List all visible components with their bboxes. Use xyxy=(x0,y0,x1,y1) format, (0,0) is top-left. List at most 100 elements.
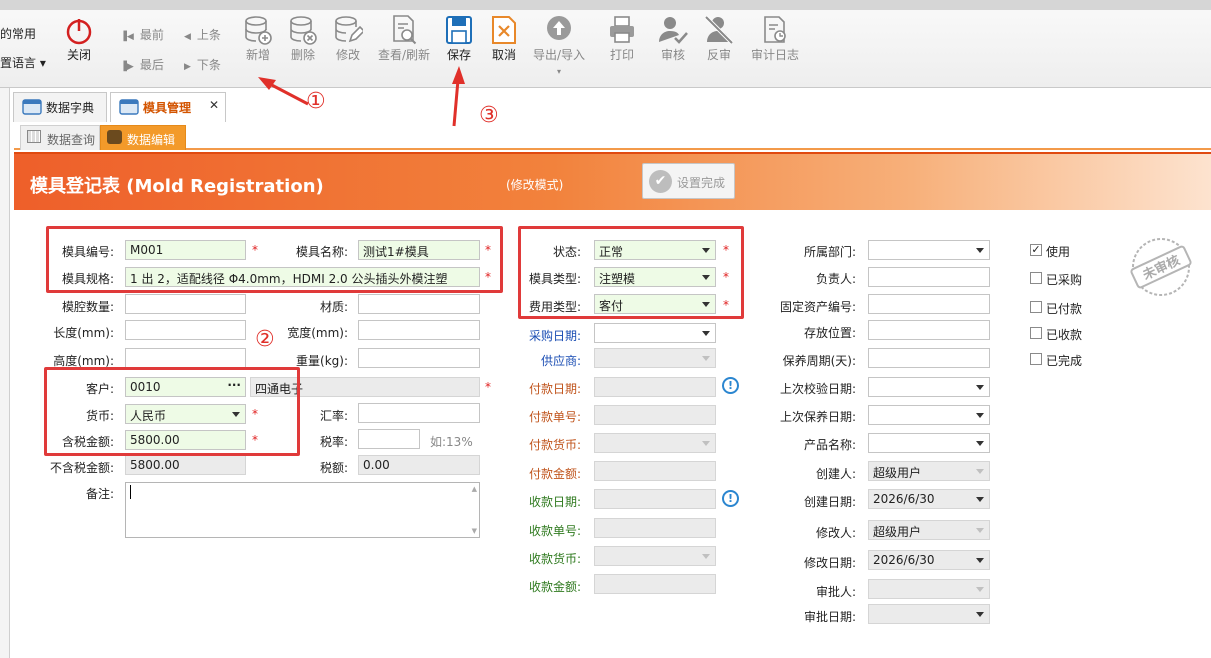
language-label: 置语言 xyxy=(0,56,37,70)
add-button[interactable]: 新增 xyxy=(241,14,275,63)
purchased-checkbox[interactable]: 已采购 xyxy=(1030,271,1082,288)
completed-checkbox[interactable]: 已完成 xyxy=(1030,352,1082,369)
location-input[interactable] xyxy=(868,320,990,340)
last-icon: ▐▶ xyxy=(120,62,134,72)
received-checkbox[interactable]: 已收款 xyxy=(1030,326,1082,343)
scroll-down-icon[interactable]: ▼ xyxy=(472,527,477,535)
remark-textarea[interactable]: ▲ ▼ xyxy=(125,482,480,538)
save-button[interactable]: 保存 xyxy=(442,14,476,63)
grid-icon xyxy=(27,130,41,143)
width-input[interactable] xyxy=(358,320,480,340)
ribbon-language-menu[interactable]: 置语言 ▾ xyxy=(0,54,46,71)
nav-prev-button[interactable]: ◀ 上条 xyxy=(184,26,221,43)
last-maint-picker[interactable] xyxy=(868,405,990,425)
ribbon-group-common[interactable]: 的常用 xyxy=(0,25,36,42)
exchange-input[interactable] xyxy=(358,403,480,423)
recv-date-label: 收款日期: xyxy=(528,495,581,509)
audit-button[interactable]: 审核 xyxy=(656,14,690,63)
chevron-down-icon xyxy=(976,612,984,617)
owner-input[interactable] xyxy=(868,267,990,287)
last-calib-label: 上次校验日期: xyxy=(779,382,856,396)
weight-input[interactable] xyxy=(358,348,480,368)
tab-close-icon[interactable]: ✕ xyxy=(209,98,219,112)
amount-notax-label: 不含税金额: xyxy=(49,461,114,475)
edit-mode-label: (修改模式) xyxy=(506,178,564,192)
unaudit-label: 反审 xyxy=(706,48,731,62)
remark-label: 备注: xyxy=(85,487,114,501)
set-complete-label: 设置完成 xyxy=(677,176,726,190)
use-checkbox[interactable]: ✓ 使用 xyxy=(1030,243,1070,260)
info-icon[interactable]: ! xyxy=(722,377,739,394)
product-select[interactable] xyxy=(868,433,990,453)
asset-no-input[interactable] xyxy=(868,294,990,314)
approver-label: 审批人: xyxy=(815,585,856,599)
print-button[interactable]: 打印 xyxy=(605,14,639,63)
query-refresh-button[interactable]: 查看/刷新 xyxy=(374,14,434,63)
product-label: 产品名称: xyxy=(803,438,856,452)
nav-prev-label: 上条 xyxy=(196,28,221,42)
cavity-input[interactable] xyxy=(125,294,246,314)
paid-checkbox[interactable]: 已付款 xyxy=(1030,300,1082,317)
delete-button[interactable]: 删除 xyxy=(286,14,320,63)
database-delete-icon xyxy=(290,16,317,45)
set-complete-button[interactable]: ✔ 设置完成 xyxy=(642,163,735,199)
use-checkbox-label: 使用 xyxy=(1046,245,1071,259)
approve-date-label: 审批日期: xyxy=(803,610,856,624)
dept-label: 所属部门: xyxy=(803,245,856,259)
purchase-date-picker[interactable] xyxy=(594,323,716,343)
height-input[interactable] xyxy=(125,348,246,368)
maint-cycle-input[interactable] xyxy=(868,348,990,368)
last-maint-label: 上次保养日期: xyxy=(779,410,856,424)
ribbon-top-strip xyxy=(0,0,1211,10)
create-date-value: 2026/6/30 xyxy=(873,492,935,506)
creator-label: 创建人: xyxy=(815,467,856,481)
modify-date-label: 修改日期: xyxy=(803,556,856,570)
chevron-down-icon xyxy=(976,248,984,253)
checkmark-icon: ✔ xyxy=(649,170,672,193)
required-marker: * xyxy=(485,380,491,394)
window-icon xyxy=(119,99,139,115)
chevron-down-icon xyxy=(976,558,984,563)
prev-icon: ◀ xyxy=(184,32,191,42)
approve-date-picker xyxy=(868,604,990,624)
nav-first-button[interactable]: ▐◀ 最前 xyxy=(120,26,164,43)
cavity-label: 模腔数量: xyxy=(61,300,114,314)
document-search-icon xyxy=(393,15,417,45)
approver-select xyxy=(868,579,990,599)
chevron-down-icon xyxy=(702,356,710,361)
chevron-down-icon xyxy=(976,469,984,474)
chevron-down-icon xyxy=(702,554,710,559)
scroll-up-icon[interactable]: ▲ xyxy=(472,485,477,493)
database-edit-icon xyxy=(335,16,363,43)
subtab-data-edit[interactable]: 数据编辑 xyxy=(100,125,186,150)
length-label: 长度(mm): xyxy=(53,326,114,340)
nav-next-button[interactable]: ▶ 下条 xyxy=(184,56,221,73)
tab-data-dictionary-label: 数据字典 xyxy=(46,101,95,115)
purchased-checkbox-label: 已采购 xyxy=(1046,273,1083,287)
last-calib-picker[interactable] xyxy=(868,377,990,397)
chevron-down-icon xyxy=(702,331,710,336)
tax-rate-input[interactable] xyxy=(358,429,420,449)
tab-mold-management[interactable]: 模具管理 ✕ xyxy=(110,92,226,122)
import-export-button[interactable]: 导出/导入 ▾ xyxy=(530,14,588,77)
annotation-number-3: ③ xyxy=(479,103,499,128)
amount-notax-input: 5800.00 xyxy=(125,455,246,475)
chevron-down-icon xyxy=(976,587,984,592)
tab-data-dictionary[interactable]: 数据字典 xyxy=(13,92,107,122)
edit-button[interactable]: 修改 xyxy=(331,14,365,63)
audit-log-button[interactable]: 审计日志 xyxy=(748,14,802,63)
cancel-button[interactable]: 取消 xyxy=(487,14,521,63)
length-input[interactable] xyxy=(125,320,246,340)
close-button[interactable]: 关闭 xyxy=(60,16,98,63)
received-checkbox-label: 已收款 xyxy=(1046,328,1083,342)
subtab-data-query[interactable]: 数据查询 xyxy=(20,125,100,150)
info-icon[interactable]: ! xyxy=(722,490,739,507)
dept-select[interactable] xyxy=(868,240,990,260)
tax-amount-input: 0.00 xyxy=(358,455,480,475)
page-title: 模具登记表 (Mold Registration) xyxy=(30,176,324,197)
nav-last-button[interactable]: ▐▶ 最后 xyxy=(120,56,164,73)
printer-icon xyxy=(610,16,634,43)
unaudit-button[interactable]: 反审 xyxy=(702,14,736,63)
material-input[interactable] xyxy=(358,294,480,314)
window-icon xyxy=(22,99,42,115)
